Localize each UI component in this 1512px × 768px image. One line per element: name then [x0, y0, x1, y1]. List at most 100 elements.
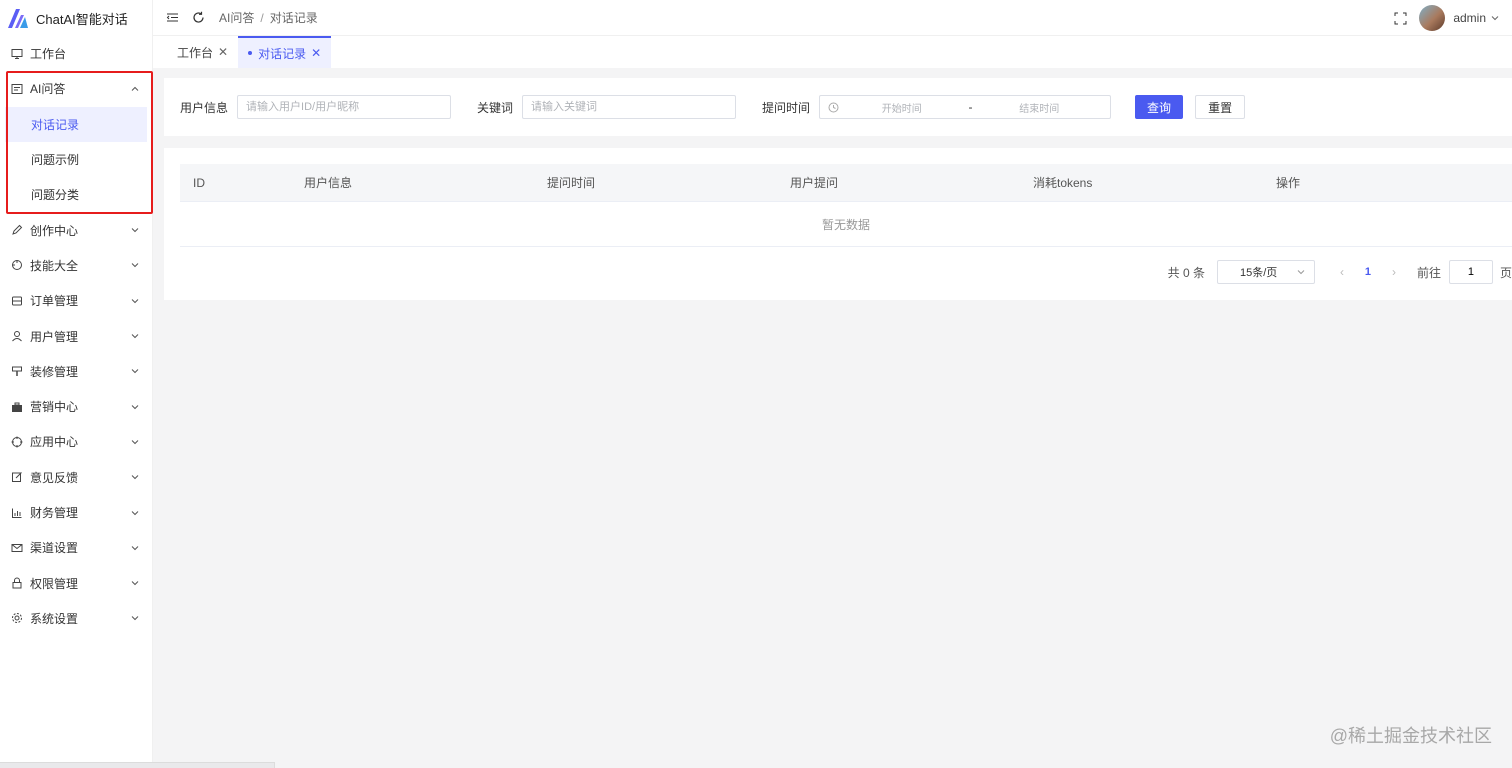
edit-icon — [11, 471, 23, 483]
sidebar-item-label: 装修管理 — [30, 364, 79, 379]
top-header: AI问答 / 对话记录 admin — [153, 0, 1512, 36]
briefcase-icon — [11, 401, 23, 413]
sidebar-item-label: 创作中心 — [30, 223, 79, 238]
tab-label: 工作台 — [177, 45, 214, 60]
question-time-label: 提问时间 — [762, 100, 811, 115]
chevron-up-icon — [130, 84, 140, 94]
sidebar-item-dashboard[interactable]: 工作台 — [0, 36, 152, 71]
page-size-select[interactable]: 15条/页 — [1216, 260, 1315, 284]
table-header: ID 用户信息 提问时间 用户提问 消耗tokens 操作 — [180, 164, 1512, 202]
sidebar-subitem-chat-records[interactable]: 对话记录 — [5, 106, 147, 142]
chat-box-icon — [11, 83, 23, 95]
user-info-label: 用户信息 — [180, 100, 229, 115]
sidebar-item-channels[interactable]: 渠道设置 — [0, 530, 152, 565]
chevron-down-icon — [130, 260, 140, 270]
menu-fold-icon[interactable] — [165, 11, 179, 25]
sidebar-item-finance[interactable]: 财务管理 — [0, 495, 152, 530]
start-time-input[interactable]: 开始时间 — [839, 100, 965, 115]
reset-button[interactable]: 重置 — [1195, 95, 1246, 119]
sidebar: ChatAI智能对话 工作台 AI问答 对话记录 问题示例 问题分类 创作中心 … — [0, 0, 153, 768]
chevron-down-icon — [130, 296, 140, 306]
monitor-icon — [11, 48, 23, 60]
breadcrumb-item[interactable]: AI问答 — [219, 9, 254, 26]
breadcrumb-separator: / — [260, 10, 264, 25]
chevron-down-icon — [130, 402, 140, 412]
pagination: 共 0 条 15条/页 ‹ 1 › 前往 页 — [1168, 260, 1512, 284]
chevron-down-icon — [130, 437, 140, 447]
chevron-down-icon — [130, 543, 140, 553]
sidebar-item-ai-qa[interactable]: AI问答 — [0, 71, 152, 106]
active-dot-icon — [248, 51, 253, 55]
tab-dashboard[interactable]: 工作台 ✕ — [167, 36, 238, 68]
logo-icon — [8, 9, 28, 28]
end-time-input[interactable]: 结束时间 — [977, 100, 1103, 115]
sidebar-item-feedback[interactable]: 意见反馈 — [0, 460, 152, 495]
records-table: ID 用户信息 提问时间 用户提问 消耗tokens 操作 暂无数据 — [180, 164, 1512, 247]
column-header-user-info: 用户信息 — [304, 176, 353, 190]
app-logo[interactable]: ChatAI智能对话 — [0, 0, 152, 36]
sidebar-item-creation-center[interactable]: 创作中心 — [0, 212, 152, 247]
next-page-button[interactable]: › — [1381, 265, 1407, 279]
tab-chat-records[interactable]: 对话记录 ✕ — [238, 36, 332, 68]
sidebar-item-label: 用户管理 — [30, 329, 79, 344]
chevron-down-icon — [130, 225, 140, 235]
sidebar-item-label: 意见反馈 — [30, 470, 79, 485]
sidebar-item-label: 应用中心 — [30, 435, 79, 450]
filter-form: 用户信息 关键词 提问时间 开始时间 - 结束时间 查询 重置 — [164, 78, 1512, 136]
browser-status-bar — [0, 762, 275, 768]
sidebar-item-permissions[interactable]: 权限管理 — [0, 565, 152, 600]
chevron-down-icon — [130, 366, 140, 376]
question-time-range-picker[interactable]: 开始时间 - 结束时间 — [819, 95, 1112, 119]
avatar[interactable] — [1419, 5, 1446, 31]
column-header-actions: 操作 — [1276, 176, 1301, 190]
sidebar-item-app-center[interactable]: 应用中心 — [0, 424, 152, 459]
sidebar-item-label: 营销中心 — [30, 400, 79, 415]
tab-label: 对话记录 — [258, 46, 307, 61]
chevron-down-icon[interactable] — [1490, 13, 1500, 23]
refresh-icon[interactable] — [191, 11, 205, 25]
column-header-id: ID — [193, 175, 205, 190]
sidebar-item-users[interactable]: 用户管理 — [0, 318, 152, 353]
sidebar-item-label: 渠道设置 — [30, 541, 79, 556]
chevron-down-icon — [130, 613, 140, 623]
fullscreen-icon[interactable] — [1393, 11, 1407, 25]
prev-page-button[interactable]: ‹ — [1329, 265, 1355, 279]
header-right: admin — [1381, 0, 1500, 36]
mail-icon — [11, 542, 23, 554]
sidebar-item-orders[interactable]: 订单管理 — [0, 283, 152, 318]
sidebar-item-decoration[interactable]: 装修管理 — [0, 354, 152, 389]
sidebar-subitem-question-examples[interactable]: 问题示例 — [0, 142, 152, 177]
records-table-card: ID 用户信息 提问时间 用户提问 消耗tokens 操作 暂无数据 共 0 条… — [164, 148, 1512, 300]
chevron-down-icon — [130, 472, 140, 482]
close-icon[interactable]: ✕ — [311, 46, 321, 60]
column-header-user-question: 用户提问 — [790, 176, 839, 190]
query-button[interactable]: 查询 — [1135, 95, 1184, 119]
sidebar-item-skills[interactable]: 技能大全 — [0, 248, 152, 283]
close-icon[interactable]: ✕ — [218, 45, 228, 59]
target-icon — [11, 259, 23, 271]
sidebar-item-label: 技能大全 — [30, 258, 79, 273]
sidebar-item-label: 权限管理 — [30, 576, 79, 591]
sidebar-item-marketing[interactable]: 营销中心 — [0, 389, 152, 424]
table-empty-state: 暂无数据 — [180, 202, 1512, 247]
clock-icon — [828, 102, 839, 113]
breadcrumb-item-current: 对话记录 — [269, 11, 318, 25]
column-header-tokens: 消耗tokens — [1033, 176, 1093, 190]
range-separator: - — [968, 100, 973, 114]
goto-page-input[interactable] — [1448, 260, 1493, 284]
sidebar-subitem-question-categories[interactable]: 问题分类 — [0, 177, 152, 212]
keyword-input[interactable] — [522, 95, 737, 119]
user-info-input[interactable] — [237, 95, 452, 119]
sidebar-item-label: AI问答 — [30, 82, 66, 97]
column-header-question-time: 提问时间 — [547, 176, 596, 190]
sidebar-item-system-settings[interactable]: 系统设置 — [0, 601, 152, 636]
sidebar-item-label: 财务管理 — [30, 506, 79, 520]
sidebar-item-label: 订单管理 — [30, 294, 79, 309]
page-unit-label: 页 — [1499, 265, 1512, 280]
user-name[interactable]: admin — [1453, 11, 1486, 25]
page-number-1[interactable]: 1 — [1355, 266, 1381, 278]
watermark: @稀土掘金技术社区 — [1329, 726, 1492, 746]
gear-icon — [11, 612, 23, 624]
crosshair-icon — [11, 436, 23, 448]
app-title: ChatAI智能对话 — [36, 11, 128, 27]
